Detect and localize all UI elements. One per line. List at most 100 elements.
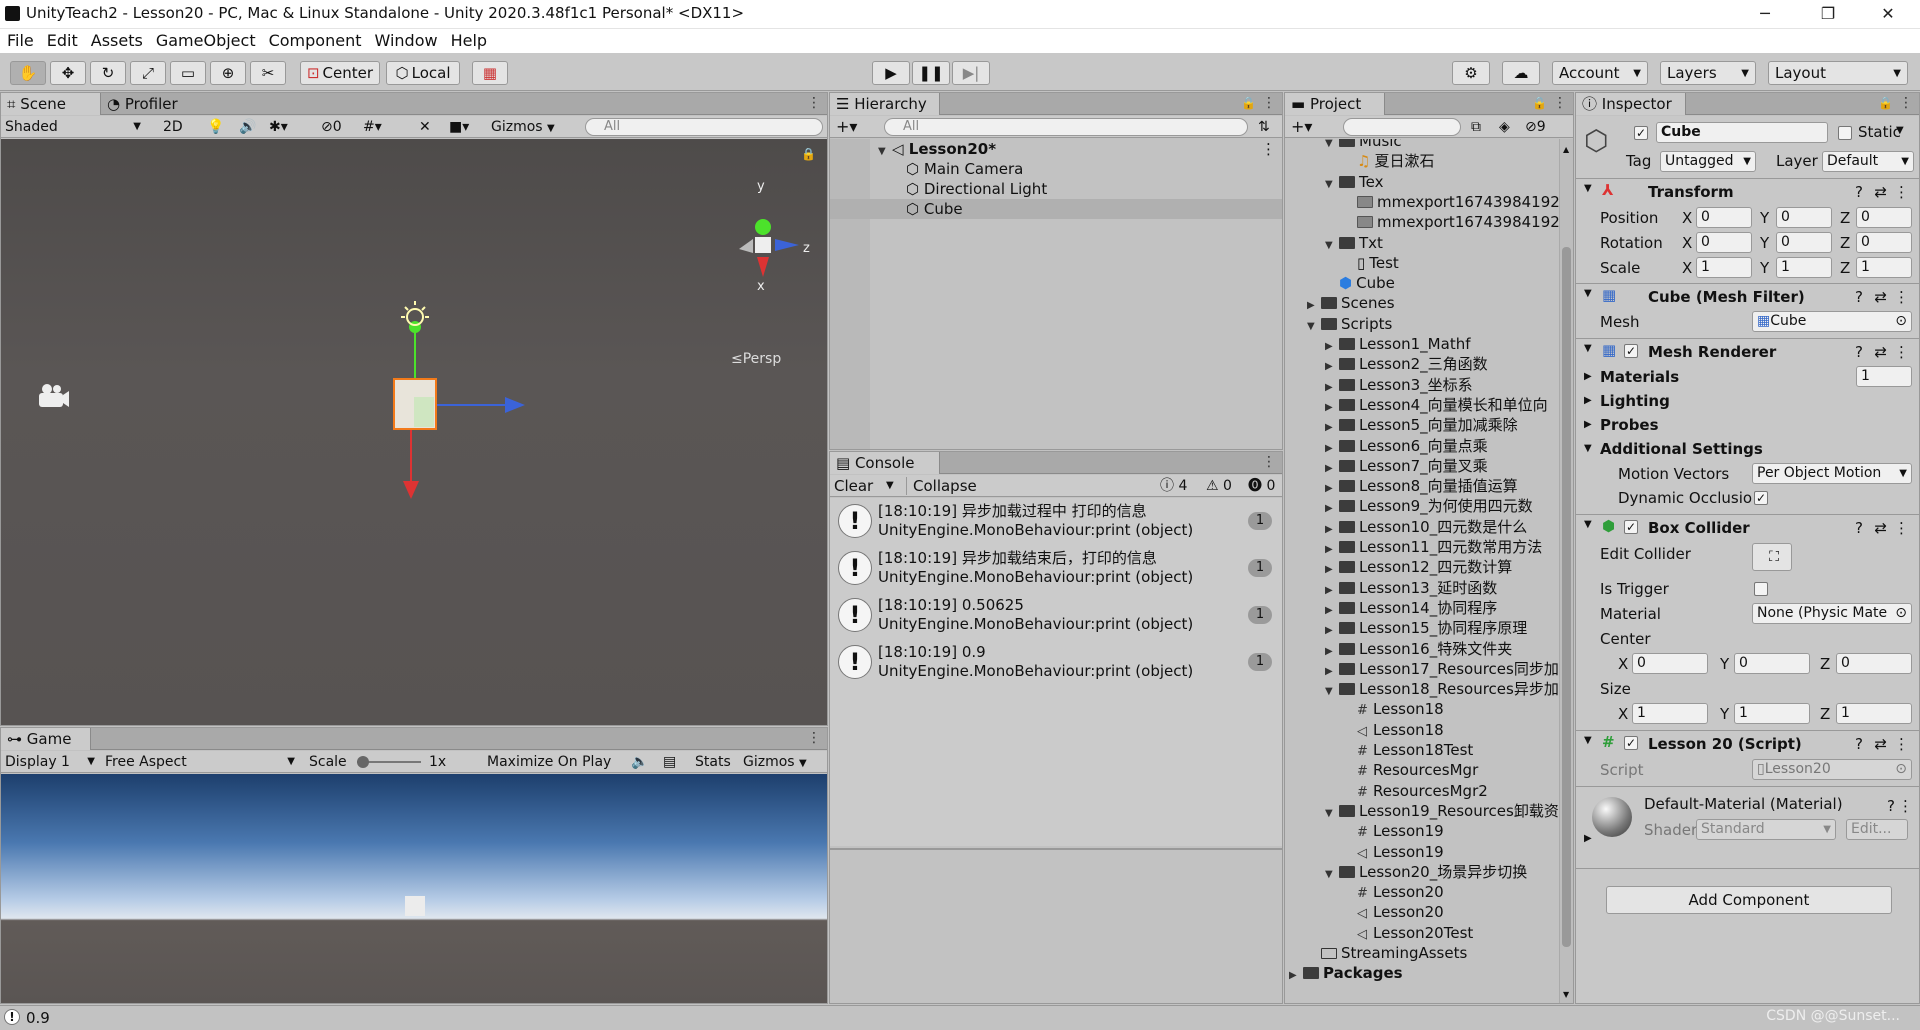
menu-assets[interactable]: Assets (91, 29, 143, 53)
hierarchy-menu-icon[interactable]: ⋮ (1262, 95, 1276, 111)
console-splitter[interactable] (830, 848, 1282, 850)
hand-tool-icon[interactable]: ✋ (10, 61, 46, 85)
tab-scene[interactable]: ⌗ Scene (1, 93, 101, 115)
fold-open-icon[interactable]: ▼ (1325, 139, 1339, 154)
edit-shader-button[interactable]: Edit... (1846, 819, 1908, 840)
collapse-toggle[interactable]: Collapse (906, 477, 977, 495)
shading-dropdown[interactable]: Shaded ▼ (5, 118, 145, 136)
project-item[interactable]: ◁ Lesson20 (1343, 902, 1444, 922)
project-item[interactable]: ◁ Lesson20Test (1343, 923, 1473, 943)
help-icon[interactable]: ? (1855, 519, 1863, 537)
component-menu-icon[interactable]: ⋮ (1894, 735, 1909, 753)
project-item[interactable]: ▶ Scenes (1307, 293, 1395, 313)
preset-icon[interactable]: ⇄ (1874, 183, 1887, 201)
hierarchy-search-input[interactable]: All (884, 118, 1248, 136)
scene-root[interactable]: ▼ ◁ Lesson20* ⋮ (878, 139, 1276, 159)
warning-filter-toggle[interactable]: ⚠ 0 (1206, 477, 1232, 495)
play-button[interactable]: ▶ (872, 61, 910, 85)
project-lock-icon[interactable]: 🔒 (1532, 96, 1547, 110)
move-handle-z-tip[interactable] (505, 397, 525, 413)
shader-dropdown[interactable]: Standard ▼ (1696, 819, 1836, 840)
aspect-dropdown[interactable]: Free Aspect ▼ (105, 753, 299, 771)
rotation-y-input[interactable]: 0 (1776, 232, 1832, 253)
project-search-input[interactable] (1343, 118, 1461, 136)
motion-vectors-dropdown[interactable]: Per Object Motion ▼ (1752, 463, 1912, 484)
lighting-toggle-icon[interactable]: 💡 (207, 118, 224, 136)
object-picker-icon[interactable]: ⊙ (1895, 312, 1907, 331)
position-x-input[interactable]: 0 (1696, 207, 1752, 228)
scale-tool-icon[interactable]: ⤢ (130, 61, 166, 85)
project-item[interactable]: ▶ Lesson10_四元数是什么 (1325, 517, 1527, 537)
script-enabled-checkbox[interactable]: ✓ (1624, 736, 1638, 750)
sort-icon[interactable]: ⇅ (1258, 118, 1270, 136)
box-collider-header[interactable]: ▼ ⬢ ✓ Box Collider ? ⇄ ⋮ (1576, 514, 1919, 540)
object-name-input[interactable]: Cube (1656, 122, 1828, 143)
tab-inspector[interactable]: ⓘ Inspector (1576, 93, 1686, 115)
project-item[interactable]: ▶ Lesson13_延时函数 (1325, 578, 1497, 598)
project-item[interactable]: ▶ Lesson1_Mathf (1325, 334, 1470, 354)
project-item[interactable]: # Lesson20 (1343, 882, 1444, 902)
menu-edit[interactable]: Edit (47, 29, 78, 53)
project-item[interactable]: ▶ Lesson16_特殊文件夹 (1325, 639, 1512, 659)
custom-tool-icon[interactable]: ✂ (250, 61, 286, 85)
pause-button[interactable]: ❚❚ (912, 61, 950, 85)
game-gizmos-dropdown[interactable]: Gizmos ▼ (743, 753, 823, 771)
fold-open-icon[interactable]: ▼ (1325, 175, 1339, 195)
center-y-input[interactable]: 0 (1734, 653, 1810, 674)
rotation-x-input[interactable]: 0 (1696, 232, 1752, 253)
component-menu-icon[interactable]: ⋮ (1898, 797, 1913, 815)
size-y-input[interactable]: 1 (1734, 703, 1810, 724)
scene-menu-icon[interactable]: ⋮ (807, 95, 821, 111)
log-filter-toggle[interactable]: ⓘ 4 (1160, 477, 1187, 495)
grid-toggle-icon[interactable]: #▾ (363, 118, 382, 136)
tab-hierarchy[interactable]: ☰ Hierarchy (830, 93, 940, 115)
materials-count-input[interactable]: 1 (1856, 366, 1912, 387)
transform-header[interactable]: ▼ ⅄ Transform ? ⇄ ⋮ (1576, 178, 1919, 204)
gizmos-dropdown[interactable]: Gizmos ▼ (491, 118, 571, 136)
clear-options-icon[interactable]: ▼ (886, 477, 894, 495)
project-item[interactable]: ▼ Music (1325, 139, 1402, 151)
project-item[interactable]: StreamingAssets (1307, 943, 1467, 963)
mesh-field[interactable]: ▦Cube ⊙ (1752, 311, 1912, 332)
project-item[interactable]: ▶ Lesson8_向量插值运算 (1325, 476, 1518, 496)
project-item[interactable]: mmexport16743984192 (1343, 212, 1559, 232)
project-item[interactable]: ▶ Lesson9_为何使用四元数 (1325, 496, 1533, 516)
fold-open-icon[interactable]: ▼ (1307, 317, 1321, 337)
tab-console[interactable]: ▤ Console (830, 452, 940, 474)
menu-window[interactable]: Window (374, 29, 437, 53)
help-icon[interactable]: ? (1855, 343, 1863, 361)
lighting-row[interactable]: ▶ Lighting (1576, 389, 1919, 413)
menu-component[interactable]: Component (269, 29, 362, 53)
create-asset-icon[interactable]: +▾ (1291, 118, 1312, 136)
lock-icon[interactable]: 🔒 (801, 147, 816, 161)
camera-settings-icon[interactable]: ■▾ (449, 118, 469, 136)
project-item[interactable]: ▶ Lesson7_向量叉乘 (1325, 456, 1488, 476)
mesh-filter-header[interactable]: ▼ ▦ Cube (Mesh Filter) ? ⇄ ⋮ (1576, 283, 1919, 309)
project-item[interactable]: # Lesson19 (1343, 821, 1444, 841)
preset-icon[interactable]: ⇄ (1874, 519, 1887, 537)
scroll-thumb[interactable] (1562, 247, 1571, 947)
error-filter-toggle[interactable]: ⓿ 0 (1248, 477, 1275, 495)
projection-toggle[interactable]: ≤Persp (731, 351, 781, 367)
fold-open-icon[interactable]: ▼ (1325, 682, 1339, 702)
active-checkbox[interactable]: ✓ (1634, 126, 1648, 140)
hierarchy-item-main-camera[interactable]: ⬡ Main Camera (906, 159, 1023, 179)
rect-tool-icon[interactable]: ▭ (170, 61, 206, 85)
mesh-renderer-header[interactable]: ▼ ▦ ✓ Mesh Renderer ? ⇄ ⋮ (1576, 338, 1919, 364)
scene-menu-icon[interactable]: ⋮ (1261, 139, 1276, 159)
filter-by-label-icon[interactable]: ◈ (1499, 118, 1510, 136)
move-tool-icon[interactable]: ✥ (50, 61, 86, 85)
preset-icon[interactable]: ⇄ (1874, 735, 1887, 753)
project-item[interactable]: ▶ Lesson3_坐标系 (1325, 375, 1473, 395)
center-x-input[interactable]: 0 (1632, 653, 1708, 674)
inspector-lock-icon[interactable]: 🔒 (1878, 96, 1893, 110)
hierarchy-item-cube[interactable]: ⬡ Cube (906, 199, 963, 219)
account-dropdown[interactable]: Account ▼ (1552, 61, 1648, 85)
component-menu-icon[interactable]: ⋮ (1894, 288, 1909, 306)
close-button[interactable]: ✕ (1868, 2, 1908, 26)
edit-collider-button[interactable]: ⛶ (1752, 543, 1792, 571)
project-item[interactable]: ▶ Lesson12_四元数计算 (1325, 557, 1512, 577)
project-item[interactable]: mmexport16743984192 (1343, 192, 1559, 212)
additional-settings-row[interactable]: ▼ Additional Settings (1576, 437, 1919, 461)
fold-closed-icon[interactable]: ▶ (1584, 833, 1592, 844)
